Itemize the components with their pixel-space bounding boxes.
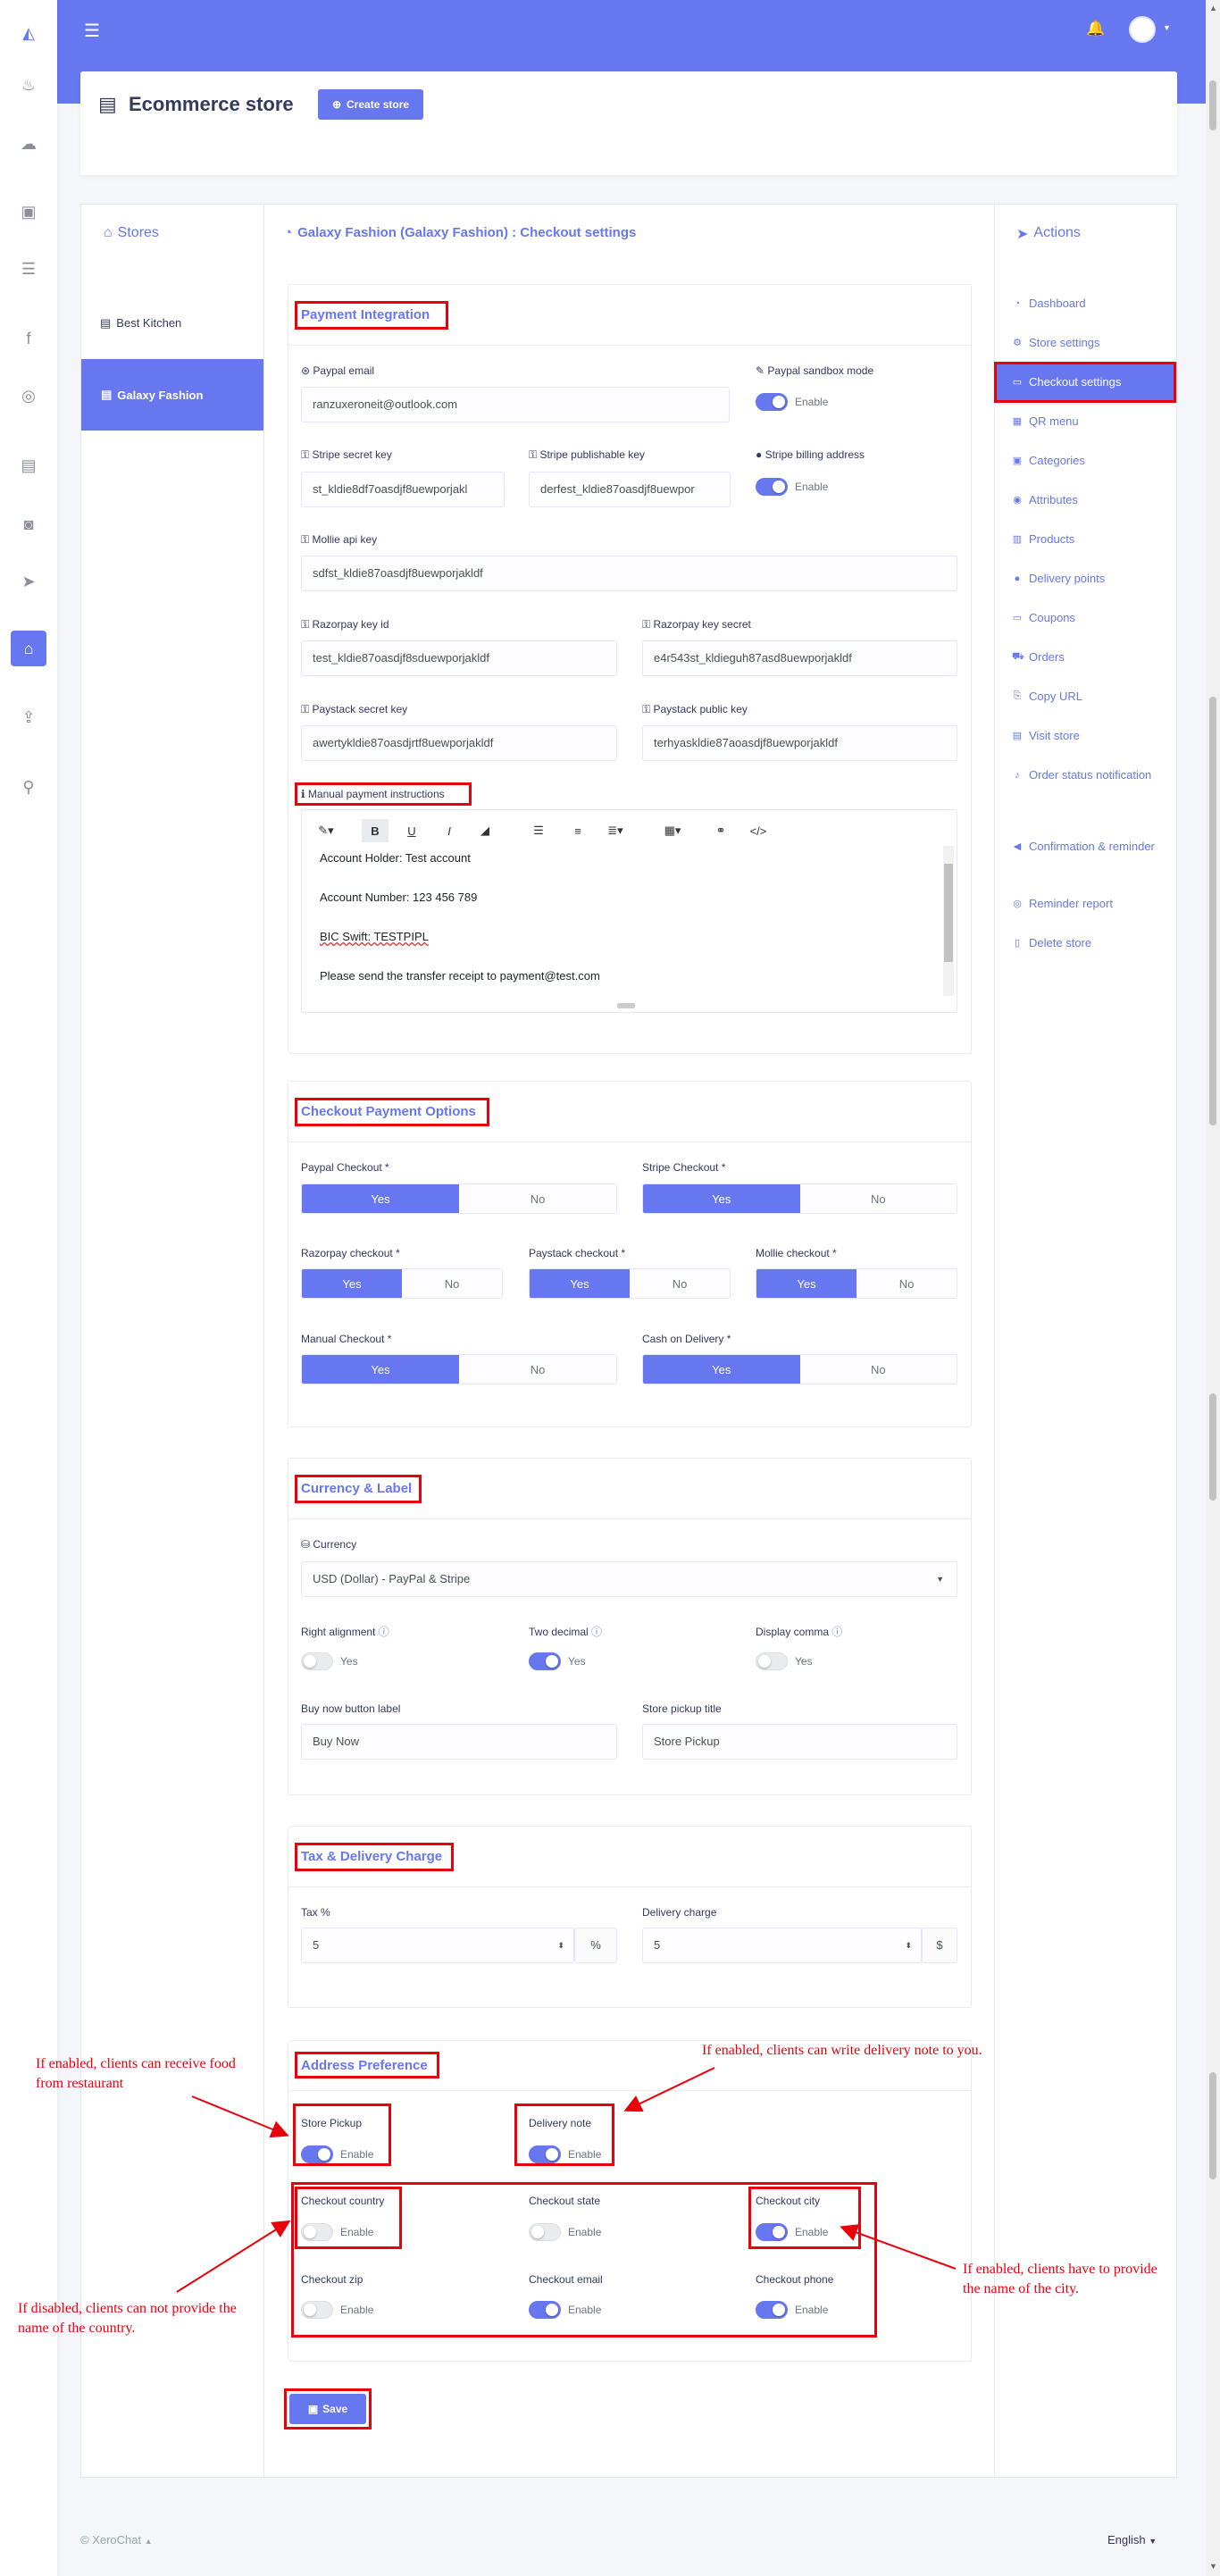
scroll-thumb[interactable] <box>1209 697 1216 1125</box>
scroll-down-icon[interactable]: ▼ <box>1209 2562 1217 2571</box>
language-selector[interactable]: English ▼ <box>1107 2533 1157 2547</box>
scroll-thumb[interactable] <box>1209 2072 1216 2179</box>
annotation-arrows <box>176 2067 957 2293</box>
scroll-thumb[interactable] <box>1209 1393 1216 1501</box>
page-scrollbar[interactable]: ▲ ▼ <box>1206 0 1220 2576</box>
scroll-up-icon[interactable]: ▲ <box>1209 4 1217 13</box>
heart-icon: ▲ <box>144 2537 153 2546</box>
copyright: © XeroChat ▲ <box>80 2533 153 2547</box>
caret-down-icon: ▼ <box>1149 2537 1157 2546</box>
scroll-thumb[interactable] <box>1209 80 1216 130</box>
